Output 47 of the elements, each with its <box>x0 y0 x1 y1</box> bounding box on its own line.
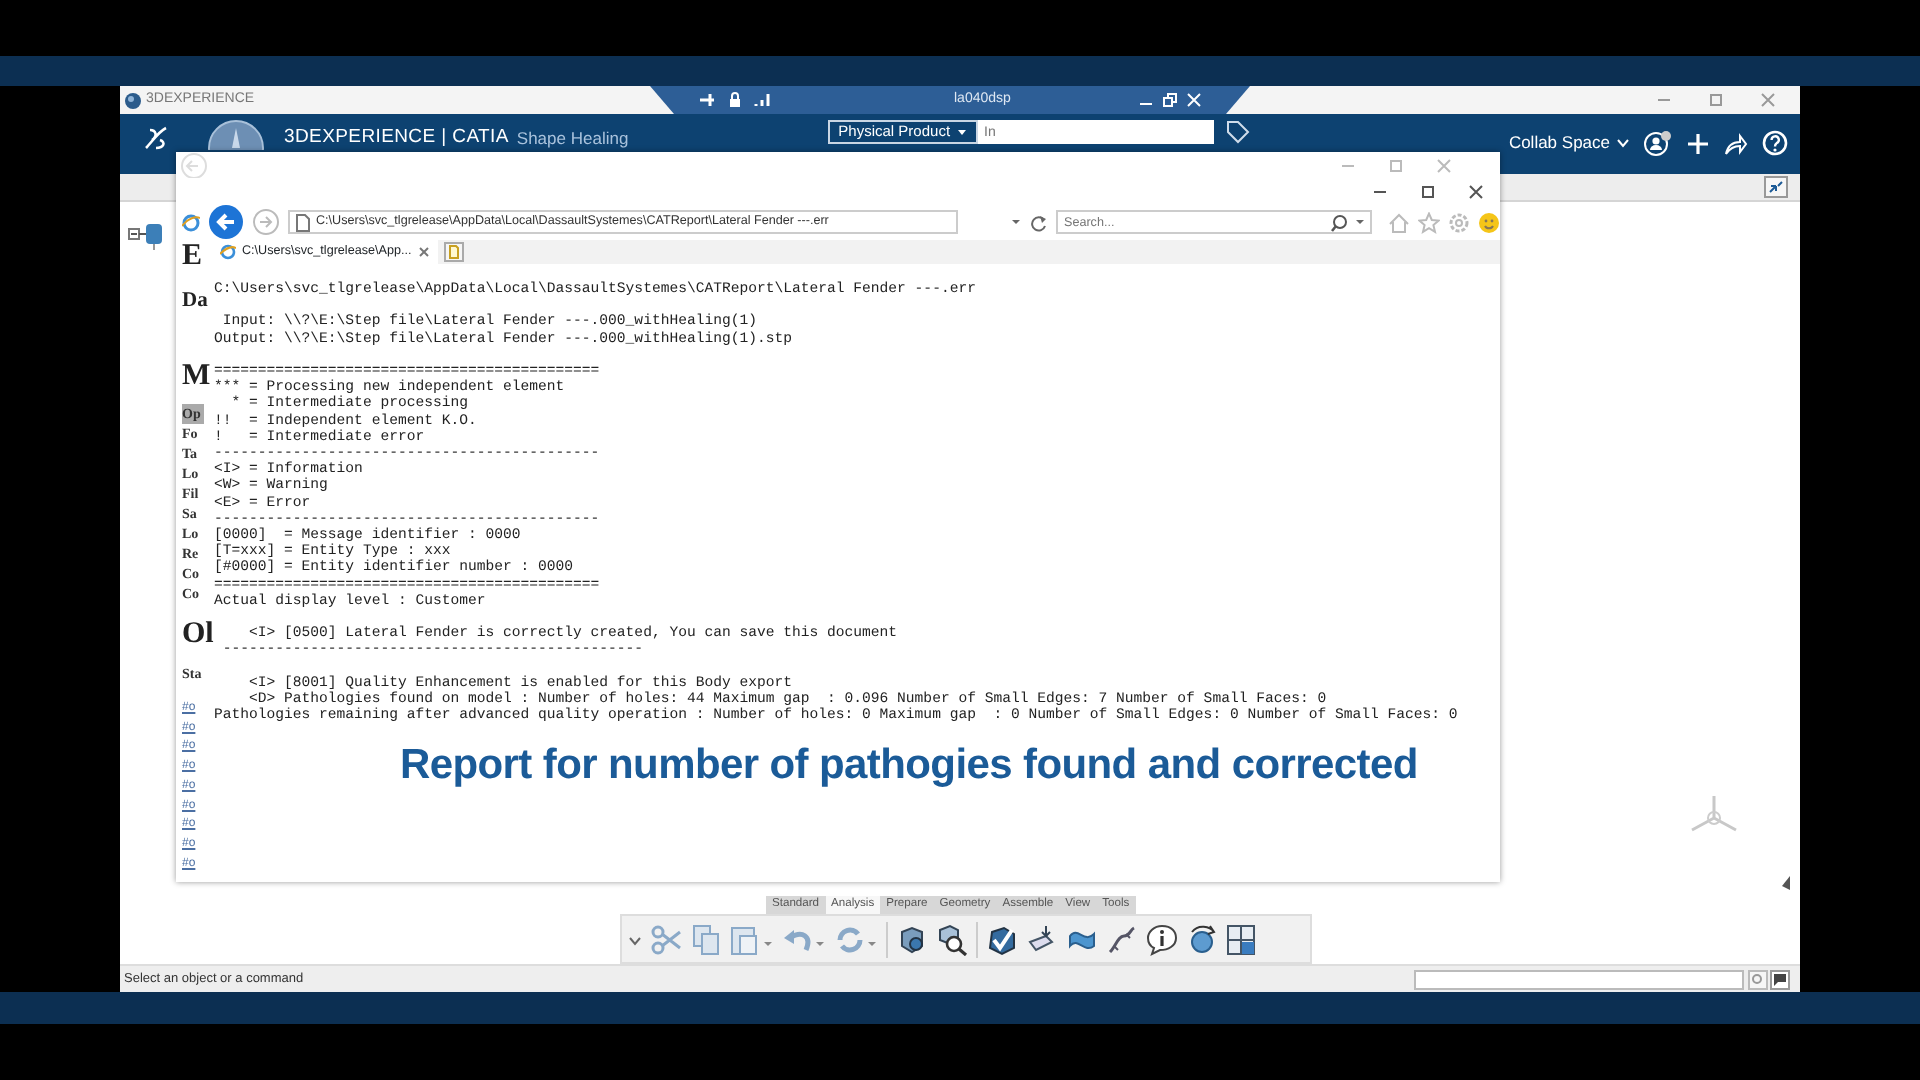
page-heading: M <box>182 360 212 392</box>
smiley-icon[interactable] <box>1478 211 1500 233</box>
dropdown-icon[interactable] <box>1354 216 1366 228</box>
pin-icon[interactable] <box>698 92 716 108</box>
plus-icon[interactable] <box>1686 131 1710 155</box>
browser-icon <box>220 244 236 260</box>
grid-icon[interactable] <box>1226 923 1258 955</box>
dropdown-icon[interactable] <box>1010 216 1022 228</box>
app-name: Shape Healing <box>516 126 629 152</box>
chat-icon[interactable] <box>1770 969 1790 989</box>
back-button-icon[interactable] <box>208 204 244 240</box>
collab-space-menu[interactable]: Collab Space <box>1508 130 1630 156</box>
page-heading: Ol <box>182 618 212 650</box>
search-icon[interactable] <box>1330 213 1348 231</box>
compass-icon[interactable] <box>208 120 264 150</box>
cursor-icon <box>1780 876 1792 892</box>
tag-icon[interactable] <box>1226 120 1251 144</box>
collapse-icon[interactable] <box>1764 176 1788 198</box>
magnifier-icon[interactable] <box>936 923 968 955</box>
info-icon[interactable] <box>1146 923 1178 955</box>
page-heading: E <box>182 240 205 272</box>
user-icon[interactable] <box>1644 130 1672 156</box>
video-caption: Report for number of pathogies found and corrected <box>400 740 1418 792</box>
close-icon[interactable] <box>417 246 430 258</box>
help-icon[interactable] <box>1762 130 1788 156</box>
checkmark-icon[interactable] <box>986 923 1018 955</box>
browser-icon <box>182 213 200 231</box>
globe-icon <box>124 91 142 109</box>
tree-node-icon[interactable] <box>128 222 168 250</box>
app-brand: 3DEXPERIENCE | CATIA <box>284 124 509 152</box>
rotate-arrows-icon[interactable] <box>1186 923 1218 955</box>
page-icon <box>296 213 310 231</box>
cube-icon[interactable] <box>896 923 928 955</box>
refresh-icon[interactable] <box>1030 213 1048 231</box>
chevron-down-icon <box>1616 138 1630 148</box>
logo-icon <box>140 124 172 152</box>
close-icon[interactable] <box>1468 183 1484 199</box>
command-field[interactable] <box>1414 969 1744 989</box>
signal-icon <box>754 92 770 108</box>
share-icon[interactable] <box>1724 131 1748 155</box>
curve-icon[interactable] <box>1106 923 1138 955</box>
arrow-tool-icon[interactable] <box>1026 923 1058 955</box>
page-heading: Da <box>182 288 210 316</box>
restore-icon[interactable] <box>1162 92 1178 108</box>
caret-icon <box>956 126 969 138</box>
lock-icon[interactable] <box>728 92 742 108</box>
star-icon[interactable] <box>1418 211 1440 233</box>
